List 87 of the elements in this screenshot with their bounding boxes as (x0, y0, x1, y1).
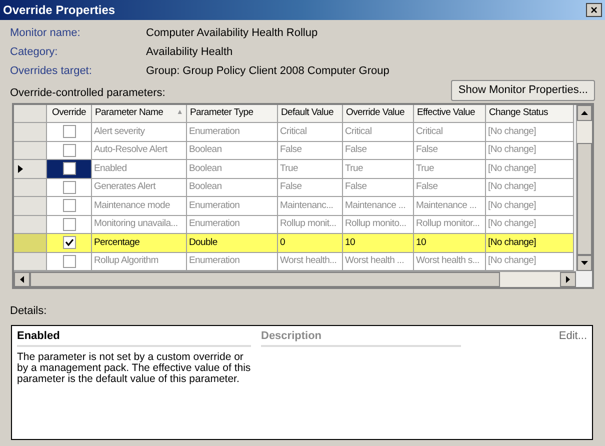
checkbox[interactable] (62, 236, 76, 250)
table-cell: Maintenance mode (92, 197, 187, 216)
table-cell: Worst health... (278, 252, 343, 271)
table-cell: Worst health ... (343, 252, 414, 271)
table-cell: Boolean (187, 142, 278, 160)
horizontal-scrollbar[interactable] (14, 271, 576, 287)
table-cell: [No change] (486, 216, 574, 234)
column-header[interactable]: Default Value (278, 105, 343, 124)
checkbox[interactable] (62, 125, 76, 138)
column-header[interactable]: Override (47, 105, 92, 124)
table-cell: Percentage (92, 234, 187, 253)
show-monitor-properties-button[interactable]: Show Monitor Properties... (451, 80, 595, 101)
column-header[interactable]: Parameter Type (187, 105, 278, 124)
table-cell: Maintenance ... (414, 197, 486, 216)
table-cell: Critical (414, 123, 486, 142)
close-button[interactable]: × (586, 3, 602, 17)
table-cell: 10 (414, 234, 486, 253)
field-label: Category: (10, 44, 59, 60)
field-value: Availability Health (146, 44, 233, 60)
table-cell: [No change] (486, 142, 574, 160)
table-cell: [No change] (486, 123, 574, 142)
table-cell: [No change] (486, 234, 574, 253)
table-cell: [No change] (486, 252, 574, 271)
row-header-corner (14, 105, 47, 124)
scroll-down-icon (581, 261, 588, 265)
table-cell: Critical (278, 123, 343, 142)
table-cell: False (278, 142, 343, 160)
scroll-right-icon (566, 276, 570, 283)
table-cell: Generates Alert (92, 178, 187, 198)
edit-link[interactable]: Edit... (558, 328, 587, 344)
table-cell: Maintenanc... (278, 197, 343, 216)
table-cell: Enumeration (187, 197, 278, 216)
checkbox[interactable] (62, 199, 76, 212)
table-cell: Enumeration (187, 252, 278, 271)
table-cell: Boolean (187, 178, 278, 198)
table-cell: True (343, 160, 414, 179)
row-header[interactable] (14, 160, 47, 179)
details-text: The parameter is not set by a custom override or by a management pack. The effective value of this parameter is the default value of this parameter. (17, 352, 251, 385)
table-cell: True (278, 160, 343, 179)
table-cell: Worst health s... (414, 252, 486, 271)
table-cell: False (343, 178, 414, 198)
checkbox[interactable] (62, 218, 76, 231)
table-cell: False (278, 178, 343, 198)
table-cell: 0 (278, 234, 343, 253)
checkbox[interactable] (62, 144, 76, 157)
table-cell: Double (187, 234, 278, 253)
table-cell: Auto-Resolve Alert (92, 142, 187, 160)
column-header[interactable]: Override Value (343, 105, 414, 124)
table-cell: Enumeration (187, 216, 278, 234)
column-header[interactable]: Effective Value (414, 105, 486, 124)
table-cell: Enumeration (187, 123, 278, 142)
table-cell: False (414, 142, 486, 160)
table-cell: False (343, 142, 414, 160)
checkbox[interactable] (62, 254, 76, 268)
field-value: Group: Group Policy Client 2008 Computer Group (146, 64, 390, 79)
checkbox[interactable] (62, 162, 76, 176)
checkbox[interactable] (62, 180, 76, 194)
description-heading: Description (261, 328, 461, 347)
field-label: Monitor name: (10, 26, 82, 41)
table-cell: Boolean (187, 160, 278, 179)
details-title: Enabled (17, 328, 251, 347)
table-cell: Rollup monit... (278, 216, 343, 234)
table-cell: Enabled (92, 160, 187, 179)
table-cell: [No change] (486, 160, 574, 179)
vertical-scrollbar[interactable] (576, 105, 592, 271)
table-cell: 10 (343, 234, 414, 253)
table-cell: [No change] (486, 178, 574, 198)
table-cell: Alert severity (92, 123, 187, 142)
field-label: Overrides target: (10, 64, 93, 79)
table-cell: Rollup Algorithm (92, 252, 187, 271)
column-header[interactable]: Change Status (486, 105, 574, 124)
table-cell: [No change] (486, 197, 574, 216)
window-title: Override Properties (3, 2, 116, 19)
table-cell: Critical (343, 123, 414, 142)
scroll-up-icon (581, 111, 588, 115)
scroll-left-icon (20, 276, 24, 283)
table-cell: True (414, 160, 486, 179)
table-cell: Maintenance ... (343, 197, 414, 216)
table-cell: Monitoring unavaila... (92, 216, 187, 234)
field-value: Computer Availability Health Rollup (146, 26, 318, 41)
checkmark-icon (64, 238, 74, 248)
table-cell: Rollup monito... (343, 216, 414, 234)
table-cell: Rollup monitor... (414, 216, 486, 234)
section-label: Details: (9, 304, 48, 319)
section-label: Override-controlled parameters: (10, 86, 166, 100)
table-cell: False (414, 178, 486, 198)
current-row-icon (18, 164, 23, 173)
